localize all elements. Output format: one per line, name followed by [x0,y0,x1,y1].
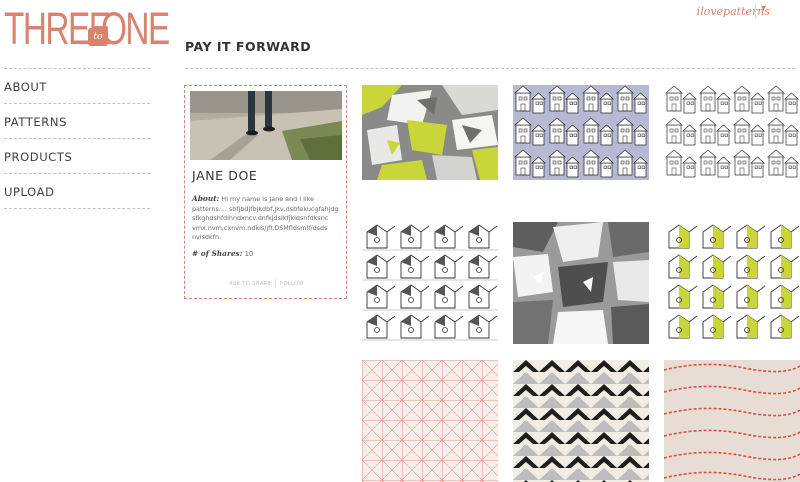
user-menu-link[interactable]: ilovepatterns [697,5,770,18]
pattern-bw-birdhouses [362,222,498,344]
logo[interactable]: THREE to ONE [4,6,170,52]
logo-text-right: ONE [101,3,170,54]
pattern-tile[interactable] [513,222,649,344]
profile-about: About: Hi my name is Jane and I like pat… [192,194,342,243]
pattern-red-stitch-linen [664,360,800,482]
sidebar-item-products[interactable]: PRODUCTS [4,139,150,174]
chevron-down-icon[interactable]: ▾ [761,3,766,14]
pattern-white-houses [664,85,800,180]
pattern-tile[interactable] [664,360,800,482]
actions-divider [275,279,277,288]
title-divider [185,68,795,69]
pattern-lime-gray-floral [362,85,498,180]
profile-card: JANE DOE About: Hi my name is Jane and I… [184,85,347,299]
sidebar-item-patterns[interactable]: PATTERNS [4,104,150,139]
pattern-tile[interactable] [664,222,800,344]
profile-photo [190,91,342,160]
about-label: About: [192,194,220,203]
ask-to-share-link[interactable]: ASK TO SHARE [229,281,271,287]
pattern-tile[interactable] [513,360,649,482]
pattern-tile[interactable] [362,360,498,482]
profile-shares: # of Shares: 10 [192,249,253,258]
pattern-lavender-houses [513,85,649,180]
sidebar-nav: ABOUT PATTERNS PRODUCTS UPLOAD [4,68,150,209]
shares-label: # of Shares: [192,249,243,258]
pattern-lime-birdhouses [664,222,800,344]
page-title: PAY IT FORWARD [185,39,312,54]
pattern-tile[interactable] [362,222,498,344]
pattern-tile[interactable] [664,85,800,180]
pattern-tile[interactable] [362,85,498,180]
profile-name: JANE DOE [192,168,258,183]
profile-photo-image [190,91,342,160]
pattern-bw-triangles [513,360,649,482]
pattern-coral-grid-lines [362,360,498,482]
pattern-gray-geometric-floral [513,222,649,344]
user-menu-divider [755,4,756,18]
sidebar-item-upload[interactable]: UPLOAD [4,174,150,209]
follow-link[interactable]: FOLLOW [280,281,304,287]
sidebar-item-about[interactable]: ABOUT [4,69,150,104]
pattern-tile[interactable] [513,85,649,180]
profile-actions: ASK TO SHARE FOLLOW [185,279,348,288]
shares-count: 10 [244,250,254,258]
